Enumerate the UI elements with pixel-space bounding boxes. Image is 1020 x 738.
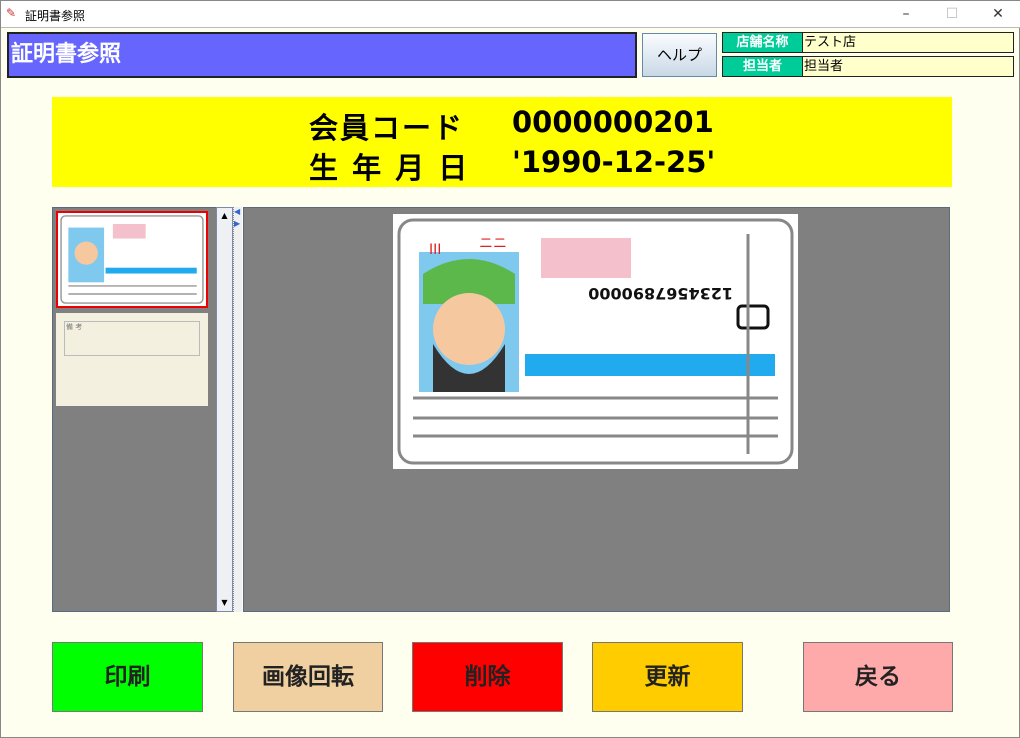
back-button[interactable]: 戻る [803, 642, 953, 712]
rotate-image-button[interactable]: 画像回転 [233, 642, 383, 712]
member-code-value: 0000000201 [512, 105, 714, 139]
thumbnail-card-back[interactable]: 備 考 [56, 313, 208, 406]
page-title: 証明書参照 [7, 32, 637, 78]
store-name-value: テスト店 [802, 32, 1014, 53]
update-button[interactable]: 更新 [592, 642, 743, 712]
member-code-label: 会員コード [309, 111, 465, 145]
birthdate-value: '1990-12-25' [512, 145, 716, 179]
svg-text:III: III [429, 242, 441, 258]
expand-right-icon[interactable]: ▶ [234, 219, 240, 228]
scroll-down-icon[interactable]: ▼ [218, 596, 231, 610]
member-info-banner: 会員コード 0000000201 生 年 月 日 '1990-12-25' [52, 97, 952, 187]
remarks-label: 備 考 [66, 323, 83, 331]
svg-text:ニニ: ニニ [479, 236, 507, 252]
thumbnail-card-front[interactable] [56, 211, 208, 308]
app-icon: ✎ [6, 6, 17, 20]
collapse-left-icon[interactable]: ◀ [234, 207, 240, 216]
thumbnail-list: 備 考 [52, 207, 217, 612]
staff-label: 担当者 [722, 56, 803, 77]
help-button[interactable]: ヘルプ [642, 33, 717, 77]
staff-value: 担当者 [802, 56, 1014, 77]
title-bar: ✎ 証明書参照 – ☐ ✕ [1, 1, 1020, 28]
maximize-button[interactable]: ☐ [929, 1, 975, 28]
id-card-image: 1234567890000 III ニニ [393, 214, 798, 469]
id-card-thumb-image [60, 215, 204, 304]
close-button[interactable]: ✕ [975, 1, 1020, 28]
delete-button[interactable]: 削除 [412, 642, 563, 712]
window-title: 証明書参照 [25, 9, 86, 23]
splitter[interactable]: ◀ ▶ [233, 207, 242, 612]
svg-text:1234567890000: 1234567890000 [588, 284, 733, 303]
scroll-up-icon[interactable]: ▲ [218, 209, 231, 223]
store-name-label: 店舗名称 [722, 32, 803, 53]
minimize-button[interactable]: – [883, 1, 929, 28]
thumbnail-scrollbar[interactable]: ▲ ▼ [216, 207, 233, 612]
print-button[interactable]: 印刷 [52, 642, 203, 712]
image-viewer: 1234567890000 III ニニ [243, 207, 950, 612]
birthdate-label: 生 年 月 日 [309, 151, 470, 185]
